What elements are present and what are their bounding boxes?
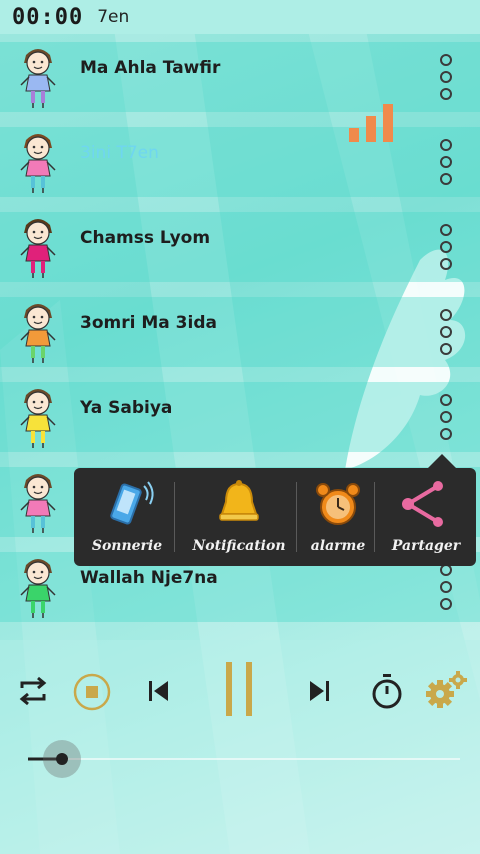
child-avatar-icon (20, 304, 56, 363)
context-menu-label: Notification (192, 538, 286, 554)
context-menu-label: alarme (310, 538, 366, 554)
child-avatar-icon (20, 134, 56, 193)
more-options-icon[interactable] (440, 224, 452, 270)
child-avatar-icon (20, 559, 56, 618)
seek-bar[interactable] (0, 728, 480, 788)
more-options-icon[interactable] (440, 564, 452, 610)
child-avatar-icon (20, 474, 56, 533)
timer-icon[interactable] (370, 672, 404, 710)
child-avatar-icon (20, 49, 56, 108)
context-menu-partager[interactable]: Partager (378, 468, 474, 566)
menu-divider (174, 482, 175, 552)
current-song-label: 7en (97, 7, 130, 27)
more-options-icon[interactable] (440, 54, 452, 100)
child-avatar-icon (20, 219, 56, 278)
settings-icon[interactable] (424, 670, 468, 710)
alarm-clock-icon (316, 483, 360, 525)
stop-icon[interactable] (72, 672, 112, 712)
song-title: Ya Sabiya (80, 398, 173, 418)
sleep-timer-display: 00:00 (12, 4, 84, 30)
now-playing-equalizer-icon (349, 104, 393, 142)
context-menu-label: Partager (391, 538, 461, 554)
child-avatar-icon (20, 389, 56, 448)
seek-track (28, 740, 460, 778)
song-title: Ma Ahla Tawfir (80, 58, 221, 78)
song-row[interactable]: 3omri Ma 3ida (0, 297, 480, 367)
player-controls (0, 648, 480, 738)
song-row[interactable]: Chamss Lyom (0, 212, 480, 282)
song-title: Chamss Lyom (80, 228, 211, 248)
phone-ringtone-icon (110, 481, 154, 525)
pause-icon[interactable] (222, 660, 256, 718)
bell-icon (219, 480, 259, 521)
status-bar: 00:00 7en (0, 0, 480, 34)
song-row[interactable]: Ya Sabiya (0, 382, 480, 452)
context-menu-label: Sonnerie (91, 538, 163, 554)
menu-divider (296, 482, 297, 552)
song-row[interactable]: Ma Ahla Tawfir (0, 42, 480, 112)
more-options-icon[interactable] (440, 139, 452, 185)
song-title: 3ini T7en (80, 143, 159, 163)
seek-thumb (56, 753, 68, 765)
previous-icon[interactable] (146, 678, 172, 704)
repeat-icon[interactable] (16, 674, 50, 708)
more-options-icon[interactable] (440, 309, 452, 355)
context-menu-alarme[interactable]: alarme (300, 468, 376, 566)
next-icon[interactable] (306, 678, 332, 704)
song-row[interactable]: 3ini T7en (0, 127, 480, 197)
song-title: 3omri Ma 3ida (80, 313, 217, 333)
menu-divider (374, 482, 375, 552)
share-icon (402, 481, 443, 527)
context-menu-sonnerie[interactable]: Sonnerie (80, 468, 174, 566)
context-menu: Sonnerie Notification alarme Partager (74, 468, 476, 566)
context-menu-notification[interactable]: Notification (184, 468, 294, 566)
more-options-icon[interactable] (440, 394, 452, 440)
